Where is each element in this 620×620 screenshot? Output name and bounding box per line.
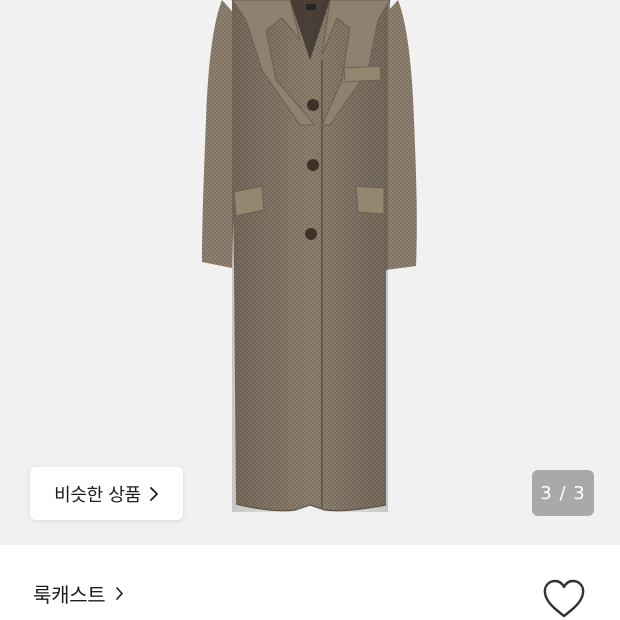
- store-name: 룩캐스트: [33, 583, 106, 607]
- similar-products-button[interactable]: 비슷한 상품: [30, 467, 183, 520]
- heart-outline-icon: [543, 579, 585, 618]
- chevron-right-icon: [149, 486, 159, 502]
- product-image-gallery[interactable]: 비슷한 상품 3 / 3: [0, 0, 620, 545]
- similar-products-label: 비슷한 상품: [54, 484, 141, 506]
- chevron-right-icon: [115, 586, 124, 601]
- store-link[interactable]: 룩캐스트: [33, 579, 124, 608]
- product-photo: [202, 0, 417, 512]
- like-button[interactable]: [541, 578, 587, 620]
- image-page-counter: 3 / 3: [532, 470, 594, 516]
- product-detail-page: 비슷한 상품 3 / 3 룩캐스트: [0, 0, 620, 620]
